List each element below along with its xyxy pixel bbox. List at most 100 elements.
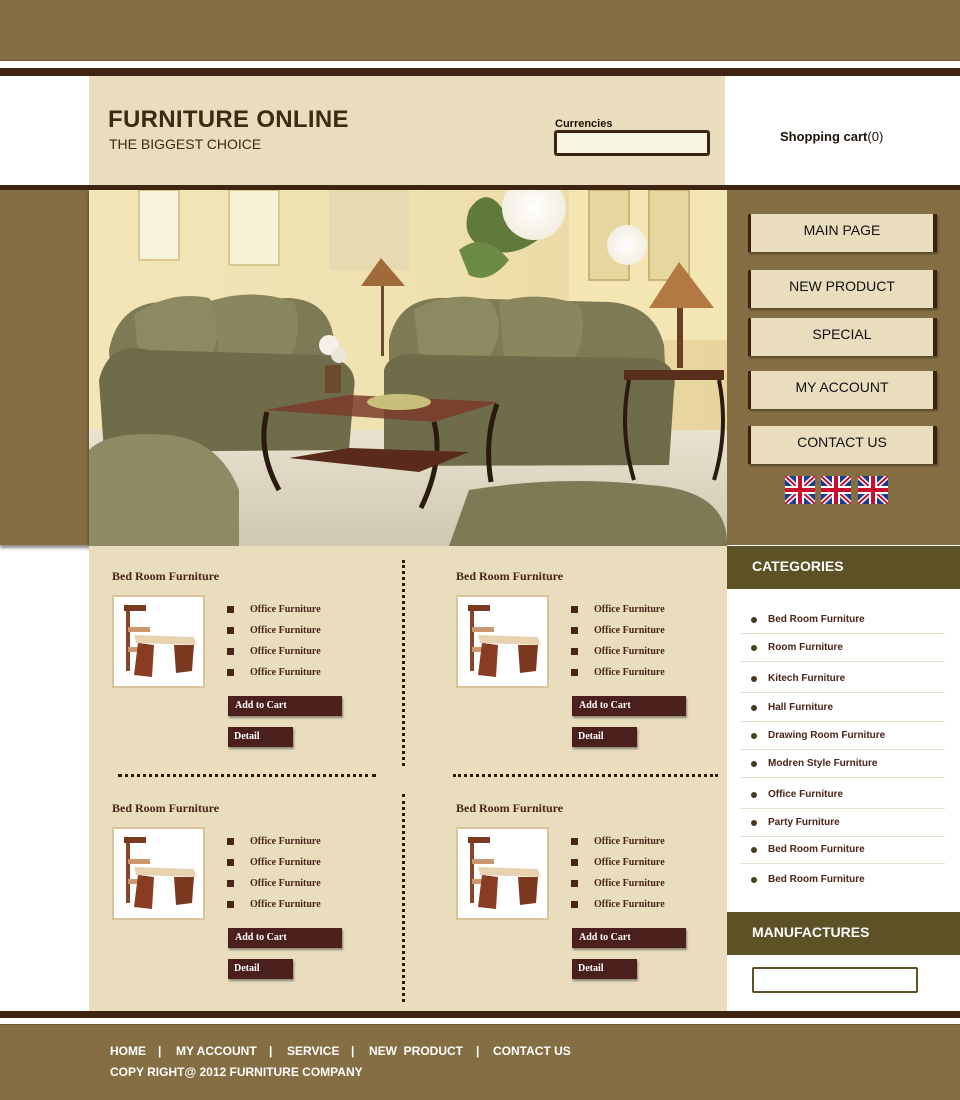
footer-link-service[interactable]: SERVICE xyxy=(287,1044,339,1058)
product-title[interactable]: Bed Room Furniture xyxy=(112,801,219,816)
row-divider xyxy=(118,774,376,777)
site-title: FURNITURE ONLINE xyxy=(108,106,349,133)
left-decor-strip xyxy=(0,190,89,545)
bullet-icon xyxy=(751,847,757,853)
uk-flag-icon[interactable] xyxy=(785,476,815,504)
currencies-select[interactable] xyxy=(554,130,710,156)
category-item[interactable]: Bed Room Furniture xyxy=(740,866,945,894)
nav-main-page[interactable]: MAIN PAGE xyxy=(748,214,937,252)
bullet-icon xyxy=(227,901,234,908)
desk-icon xyxy=(124,605,196,677)
category-item[interactable]: Hall Furniture xyxy=(740,694,945,722)
bullet-icon xyxy=(227,838,234,845)
bullet-icon xyxy=(751,761,757,767)
nav-my-account[interactable]: MY ACCOUNT xyxy=(748,371,937,409)
bullet-icon xyxy=(571,859,578,866)
feature-item: Office Furniture xyxy=(571,857,665,868)
bullet-icon xyxy=(751,792,757,798)
footer-link-new-product[interactable]: NEW PRODUCT xyxy=(369,1044,463,1058)
product-image[interactable] xyxy=(112,595,205,688)
row-divider xyxy=(453,774,718,777)
product-image[interactable] xyxy=(456,827,549,920)
uk-flag-icon[interactable] xyxy=(858,476,888,504)
feature-item: Office Furniture xyxy=(571,836,665,847)
feature-item: Office Furniture xyxy=(571,604,665,615)
bullet-icon xyxy=(227,859,234,866)
feature-item: Office Furniture xyxy=(227,836,321,847)
category-item[interactable]: Drawing Room Furniture xyxy=(740,722,945,750)
category-item[interactable]: Bed Room Furniture xyxy=(740,606,945,634)
bullet-icon xyxy=(227,880,234,887)
category-item[interactable]: Party Furniture xyxy=(740,809,945,837)
copyright-text: COPY RIGHT@ 2012 FURNITURE COMPANY xyxy=(110,1065,363,1079)
bullet-icon xyxy=(571,669,578,676)
feature-item: Office Furniture xyxy=(571,646,665,657)
category-item[interactable]: Office Furniture xyxy=(740,781,945,809)
detail-button[interactable]: Detail xyxy=(572,959,637,979)
categories-heading: CATEGORIES xyxy=(727,546,960,589)
footer-link-my-account[interactable]: MY ACCOUNT xyxy=(176,1044,257,1058)
shopping-cart-link[interactable]: Shopping cart(0) xyxy=(780,129,883,144)
manufacturer-select[interactable] xyxy=(752,967,918,993)
bullet-icon xyxy=(751,645,757,651)
feature-item: Office Furniture xyxy=(227,899,321,910)
feature-item: Office Furniture xyxy=(227,667,321,678)
feature-item: Office Furniture xyxy=(571,878,665,889)
nav-contact-us[interactable]: CONTACT US xyxy=(748,426,937,464)
cart-label: Shopping cart xyxy=(780,129,868,144)
manufactures-heading: MANUFACTURES xyxy=(727,912,960,955)
feature-item: Office Furniture xyxy=(227,604,321,615)
bullet-icon xyxy=(571,838,578,845)
product-title[interactable]: Bed Room Furniture xyxy=(456,569,563,584)
nav-new-product[interactable]: NEW PRODUCT xyxy=(748,270,937,308)
uk-flag-icon[interactable] xyxy=(821,476,851,504)
add-to-cart-button[interactable]: Add to Cart xyxy=(572,928,686,948)
top-banner xyxy=(0,0,960,61)
desk-icon xyxy=(468,605,540,677)
detail-button[interactable]: Detail xyxy=(228,727,293,747)
bullet-icon xyxy=(227,669,234,676)
feature-item: Office Furniture xyxy=(571,899,665,910)
bullet-icon xyxy=(227,606,234,613)
add-to-cart-button[interactable]: Add to Cart xyxy=(228,928,342,948)
cart-count: (0) xyxy=(867,129,884,144)
feature-item: Office Furniture xyxy=(227,857,321,868)
bullet-icon xyxy=(751,877,757,883)
bullet-icon xyxy=(227,648,234,655)
top-divider xyxy=(0,68,960,76)
add-to-cart-button[interactable]: Add to Cart xyxy=(228,696,342,716)
feature-item: Office Furniture xyxy=(227,878,321,889)
category-item[interactable]: Kitech Furniture xyxy=(740,665,945,693)
bullet-icon xyxy=(227,627,234,634)
footer-separator: | xyxy=(269,1044,273,1058)
product-title[interactable]: Bed Room Furniture xyxy=(456,801,563,816)
detail-button[interactable]: Detail xyxy=(572,727,637,747)
bullet-icon xyxy=(571,901,578,908)
desk-icon xyxy=(468,837,540,909)
category-item[interactable]: Modren Style Furniture xyxy=(740,750,945,778)
footer-link-home[interactable]: HOME xyxy=(110,1044,146,1058)
bullet-icon xyxy=(571,606,578,613)
bullet-icon xyxy=(751,617,757,623)
footer-divider xyxy=(0,1011,960,1018)
product-image[interactable] xyxy=(112,827,205,920)
product-title[interactable]: Bed Room Furniture xyxy=(112,569,219,584)
detail-button[interactable]: Detail xyxy=(228,959,293,979)
feature-item: Office Furniture xyxy=(227,646,321,657)
site-tagline: THE BIGGEST CHOICE xyxy=(109,136,262,152)
bullet-icon xyxy=(751,733,757,739)
nav-special[interactable]: SPECIAL xyxy=(748,318,937,356)
bullet-icon xyxy=(751,820,757,826)
hero-living-room-image xyxy=(89,190,727,546)
product-image[interactable] xyxy=(456,595,549,688)
bullet-icon xyxy=(571,627,578,634)
category-item[interactable]: Room Furniture xyxy=(740,634,945,662)
desk-icon xyxy=(124,837,196,909)
column-divider xyxy=(402,560,406,766)
add-to-cart-button[interactable]: Add to Cart xyxy=(572,696,686,716)
category-item[interactable]: Bed Room Furniture xyxy=(740,836,945,864)
footer-link-contact-us[interactable]: CONTACT US xyxy=(493,1044,571,1058)
feature-item: Office Furniture xyxy=(227,625,321,636)
footer-separator: | xyxy=(351,1044,355,1058)
column-divider xyxy=(402,794,406,1002)
